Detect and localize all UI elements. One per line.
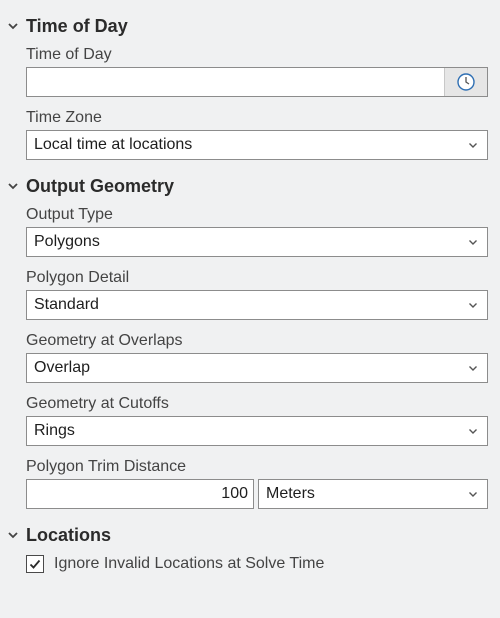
geometry-at-overlaps-value: Overlap — [34, 359, 91, 376]
time-of-day-label: Time of Day — [26, 46, 112, 63]
time-picker-button[interactable] — [444, 68, 487, 96]
chevron-down-icon — [469, 303, 477, 308]
time-of-day-input[interactable] — [27, 68, 445, 96]
polygon-trim-distance-unit-value: Meters — [266, 485, 315, 502]
geometry-at-cutoffs-value: Rings — [34, 422, 75, 439]
polygon-trim-distance-input[interactable]: 100 — [26, 479, 254, 509]
chevron-down-icon — [469, 143, 477, 148]
geometry-at-overlaps-select[interactable]: Overlap — [26, 353, 488, 383]
chevron-down-icon — [469, 429, 477, 434]
section-title-locations: Locations — [26, 524, 112, 545]
chevron-down-icon — [6, 528, 20, 542]
section-title-output-geometry: Output Geometry — [26, 175, 175, 196]
geometry-at-cutoffs-select[interactable]: Rings — [26, 416, 488, 446]
polygon-detail-label: Polygon Detail — [26, 269, 130, 286]
polygon-detail-value: Standard — [34, 296, 99, 313]
polygon-detail-select[interactable]: Standard — [26, 290, 488, 320]
ignore-invalid-locations-label: Ignore Invalid Locations at Solve Time — [54, 555, 325, 572]
polygon-trim-distance-label: Polygon Trim Distance — [26, 458, 187, 475]
polygon-trim-distance-unit-select[interactable]: Meters — [258, 479, 488, 509]
polygon-trim-distance-value: 100 — [221, 485, 248, 502]
chevron-down-icon — [6, 19, 20, 33]
section-header-locations[interactable]: Locations — [6, 523, 111, 547]
time-of-day-field — [26, 67, 488, 97]
section-header-time-of-day[interactable]: Time of Day — [6, 14, 128, 38]
geometry-at-overlaps-label: Geometry at Overlaps — [26, 332, 183, 349]
checkmark-icon — [29, 559, 41, 569]
geometry-at-cutoffs-label: Geometry at Cutoffs — [26, 395, 169, 412]
time-zone-select[interactable]: Local time at locations — [26, 130, 488, 160]
chevron-down-icon — [469, 366, 477, 371]
chevron-down-icon — [469, 240, 477, 245]
output-type-value: Polygons — [34, 233, 100, 250]
section-title-time-of-day: Time of Day — [26, 15, 128, 36]
clock-icon — [457, 73, 475, 91]
section-header-output-geometry[interactable]: Output Geometry — [6, 174, 174, 198]
ignore-invalid-locations-row: Ignore Invalid Locations at Solve Time — [26, 554, 324, 574]
chevron-down-icon — [469, 492, 477, 497]
chevron-down-icon — [6, 179, 20, 193]
ignore-invalid-locations-checkbox[interactable] — [26, 555, 44, 573]
output-type-label: Output Type — [26, 206, 113, 223]
time-zone-label: Time Zone — [26, 109, 102, 126]
output-type-select[interactable]: Polygons — [26, 227, 488, 257]
time-zone-value: Local time at locations — [34, 136, 193, 153]
